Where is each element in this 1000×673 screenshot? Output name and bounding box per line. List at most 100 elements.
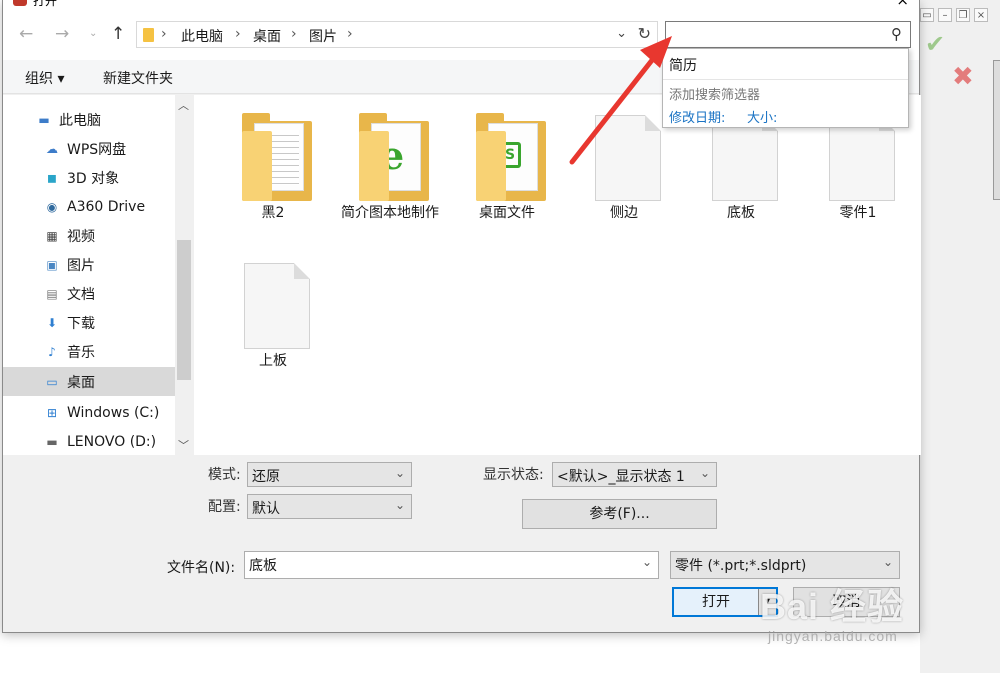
baidu-watermark: Bai 经验 [760, 586, 905, 627]
sidebar-item-label: A360 Drive [67, 198, 146, 215]
sidebar-item-pictures[interactable]: ▣ 图片 [3, 250, 175, 279]
file-name: 简介图本地制作 [341, 205, 439, 221]
dialog-close-button[interactable]: × [896, 0, 909, 9]
maximize-icon[interactable]: ❐ [956, 8, 970, 22]
size-filter-link[interactable]: 大小: [747, 107, 777, 126]
divider [663, 79, 908, 80]
background-window-controls: ▭ – ❐ × [920, 8, 988, 22]
recent-locations-chevron-icon[interactable]: ⌄ [89, 28, 97, 39]
file-name: 底板 [727, 205, 755, 221]
open-button-label: 打开 [702, 594, 730, 610]
file-item[interactable]: 上板 [218, 249, 328, 371]
cube-icon: ◼ [47, 170, 57, 185]
breadcrumb-desktop[interactable]: 桌面 [253, 26, 281, 46]
display-state-label: 显示状态: [483, 467, 544, 483]
search-suggestions-dropdown: 简历 添加搜索筛选器 修改日期: 大小: [662, 48, 909, 128]
scroll-up-chevron-icon[interactable]: ︿ [178, 97, 189, 113]
filename-label: 文件名(N): [167, 560, 236, 576]
file-list: 黑2 e 简介图本地制作 S 桌面文件 侧边 底板 零件1 上板 [194, 95, 921, 455]
scroll-down-chevron-icon[interactable]: ﹀ [178, 437, 189, 453]
drive-icon: ▬ [46, 434, 58, 449]
new-folder-button[interactable]: 新建文件夹 [103, 68, 173, 88]
file-name: 上板 [259, 353, 287, 369]
breadcrumb-separator-icon[interactable]: › [291, 26, 297, 42]
back-arrow-icon[interactable]: ← [19, 24, 33, 44]
sidebar-item-label: 此电脑 [59, 112, 101, 129]
sidebar-item-drive-d[interactable]: ▬ LENOVO (D:) [3, 427, 175, 456]
folder-icon [218, 101, 328, 201]
breadcrumb-this-pc[interactable]: 此电脑 [181, 26, 223, 46]
config-select[interactable]: 默认 ⌄ [247, 494, 412, 519]
display-state-select[interactable]: <默认>_显示状态 1 ⌄ [552, 462, 717, 487]
filename-value: 底板 [249, 558, 277, 574]
picture-icon: ▣ [46, 257, 58, 272]
sidebar-item-documents[interactable]: ▤ 文档 [3, 279, 175, 308]
file-type-value: 零件 (*.prt;*.sldprt) [675, 558, 807, 574]
chevron-down-icon: ⌄ [394, 498, 405, 512]
sidebar-item-label: 下载 [67, 315, 95, 332]
sidebar-item-drive-c[interactable]: ⊞ Windows (C:) [3, 398, 175, 427]
forward-arrow-icon[interactable]: → [55, 24, 69, 44]
dialog-title: 打开 [33, 0, 58, 8]
sidebar-item-a360-drive[interactable]: ◉ A360 Drive [3, 192, 175, 221]
search-icon[interactable]: ⚲ [891, 25, 902, 43]
folder-item[interactable]: S 桌面文件 [452, 101, 562, 223]
sidebar-item-label: Windows (C:) [67, 404, 160, 421]
cancel-cross-icon[interactable]: ✖ [952, 62, 974, 92]
sidebar-item-label: WPS网盘 [67, 141, 127, 158]
minimize-icon[interactable]: – [938, 8, 952, 22]
scrollbar-thumb[interactable] [177, 240, 191, 380]
mode-select[interactable]: 还原 ⌄ [247, 462, 412, 487]
file-type-select[interactable]: 零件 (*.prt;*.sldprt) ⌄ [670, 551, 900, 579]
confirm-check-icon[interactable]: ✔ [925, 30, 945, 58]
chevron-down-icon[interactable]: ⌄ [642, 555, 652, 569]
chevron-down-icon: ⌄ [699, 466, 710, 480]
sidebar-item-music[interactable]: ♪ 音乐 [3, 337, 175, 366]
folder-item[interactable]: 黑2 [218, 101, 328, 223]
music-icon: ♪ [48, 344, 56, 359]
filename-input[interactable]: 底板 ⌄ [244, 551, 659, 579]
up-arrow-icon[interactable]: ↑ [111, 24, 125, 44]
desktop-icon: ▭ [46, 374, 58, 389]
sidebar-item-label: 桌面 [67, 374, 95, 391]
file-name: 侧边 [610, 205, 638, 221]
cloud-icon: ☁ [46, 141, 58, 156]
sidebar-item-label: 图片 [67, 257, 95, 274]
breadcrumb-separator-icon[interactable]: › [161, 26, 167, 42]
dialog-titlebar: 打开 × [3, 0, 919, 10]
navigation-pane: ▬ 此电脑 ☁ WPS网盘 ◼ 3D 对象 ◉ A360 Drive ▦ 视频 … [3, 95, 193, 455]
add-search-filter-label: 添加搜索筛选器 [669, 88, 761, 103]
sidebar-item-3d-objects[interactable]: ◼ 3D 对象 [3, 163, 175, 192]
navigation-scrollbar[interactable]: ︿ ﹀ [175, 95, 193, 455]
config-label: 配置: [208, 499, 241, 515]
breadcrumb-pictures[interactable]: 图片 [309, 26, 337, 46]
a360-icon: ◉ [46, 199, 58, 214]
breadcrumb-separator-icon[interactable]: › [347, 26, 353, 42]
sidebar-item-downloads[interactable]: ⬇ 下载 [3, 308, 175, 337]
restore-icon[interactable]: ▭ [920, 8, 934, 22]
sidebar-item-label: 音乐 [67, 344, 95, 361]
film-icon: ▦ [46, 228, 58, 243]
folder-item[interactable]: e 简介图本地制作 [335, 101, 445, 223]
reference-button[interactable]: 参考(F)... [522, 499, 717, 529]
display-state-value: <默认>_显示状态 1 [557, 469, 685, 485]
background-app [920, 0, 1000, 673]
search-input[interactable]: ⚲ [665, 21, 911, 48]
organize-button[interactable]: 组织 ▾ [25, 68, 64, 88]
chevron-down-icon: ⌄ [882, 555, 893, 569]
background-panel [993, 60, 1000, 200]
sidebar-item-wps-cloud[interactable]: ☁ WPS网盘 [3, 134, 175, 163]
sidebar-item-videos[interactable]: ▦ 视频 [3, 221, 175, 250]
chevron-down-icon: ⌄ [394, 466, 405, 480]
folder-icon [143, 28, 154, 42]
document-icon: ▤ [46, 286, 58, 301]
sidebar-item-label: 3D 对象 [67, 170, 120, 187]
close-icon[interactable]: × [974, 8, 988, 22]
sidebar-item-label: 视频 [67, 228, 95, 245]
sidebar-item-this-pc[interactable]: ▬ 此电脑 [3, 105, 175, 134]
computer-icon: ▬ [38, 112, 50, 127]
breadcrumb-separator-icon[interactable]: › [235, 26, 241, 42]
mode-label: 模式: [208, 467, 241, 483]
app-icon [13, 0, 27, 6]
sidebar-item-desktop[interactable]: ▭ 桌面 [3, 367, 175, 396]
